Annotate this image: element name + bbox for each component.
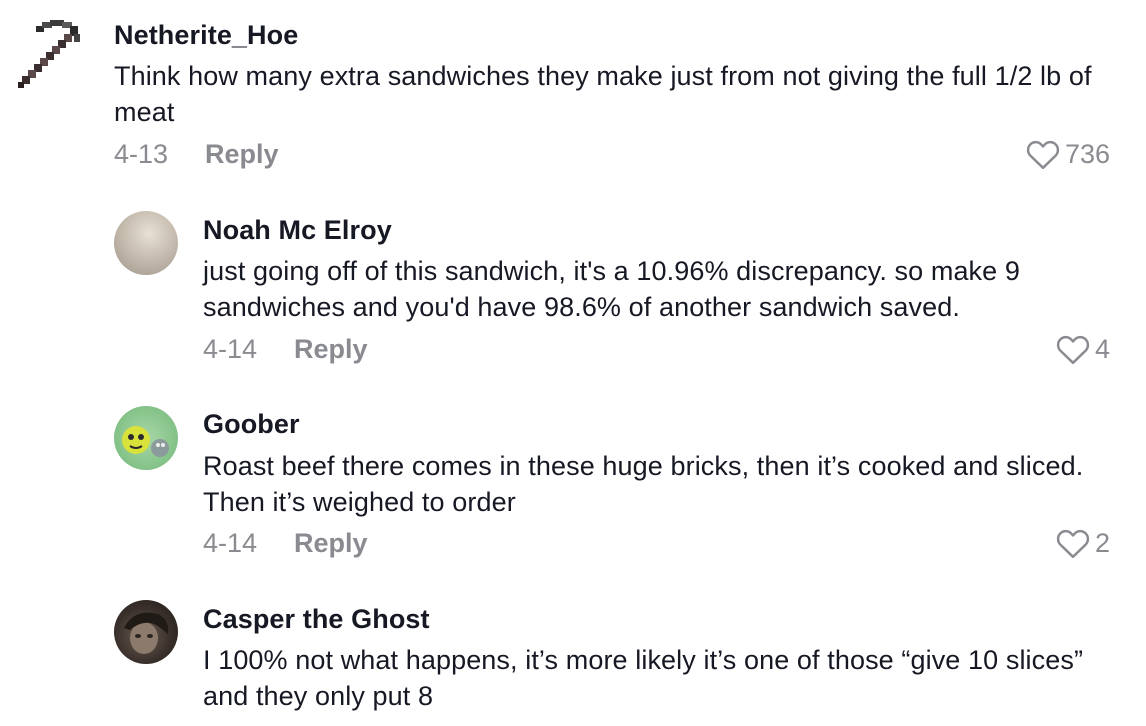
comment-date: 4-14 — [203, 334, 258, 364]
reply-button[interactable]: Reply — [294, 334, 368, 365]
comment-thread: Netherite_Hoe Think how many extra sandw… — [0, 0, 1146, 726]
like-count: 4 — [1094, 333, 1110, 364]
avatar-image — [124, 612, 169, 654]
heart-icon — [1056, 335, 1090, 365]
heart-icon — [1026, 140, 1060, 170]
comment-username[interactable]: Goober — [203, 409, 300, 440]
comment-username[interactable]: Noah Mc Elroy — [203, 215, 392, 246]
comment-text: Think how many extra sandwiches they mak… — [114, 61, 1092, 127]
comment-text: Roast beef there comes in these huge bri… — [203, 451, 1084, 517]
comment-text: I 100% not what happens, it’s more likel… — [203, 645, 1084, 711]
avatar[interactable] — [114, 600, 178, 664]
reply-button[interactable]: Reply — [294, 528, 368, 559]
like-button[interactable]: 4 — [1055, 333, 1110, 365]
like-count: 736 — [1064, 138, 1110, 169]
like-count: 2 — [1094, 527, 1110, 558]
reply-button[interactable]: Reply — [205, 139, 279, 170]
heart-icon — [1056, 529, 1090, 559]
pickaxe-icon[interactable] — [18, 18, 84, 92]
comment-username[interactable]: Netherite_Hoe — [114, 20, 298, 51]
avatar[interactable] — [114, 211, 178, 275]
comment-date: 4-14 — [203, 528, 258, 558]
avatar-image — [122, 426, 169, 457]
avatar[interactable] — [114, 406, 178, 470]
like-button[interactable]: 736 — [1025, 138, 1110, 170]
like-button[interactable]: 2 — [1055, 527, 1110, 559]
comment-date: 4-13 — [114, 139, 169, 169]
comment-username[interactable]: Casper the Ghost — [203, 604, 430, 635]
comment-text: just going off of this sandwich, it's a … — [203, 256, 1020, 322]
